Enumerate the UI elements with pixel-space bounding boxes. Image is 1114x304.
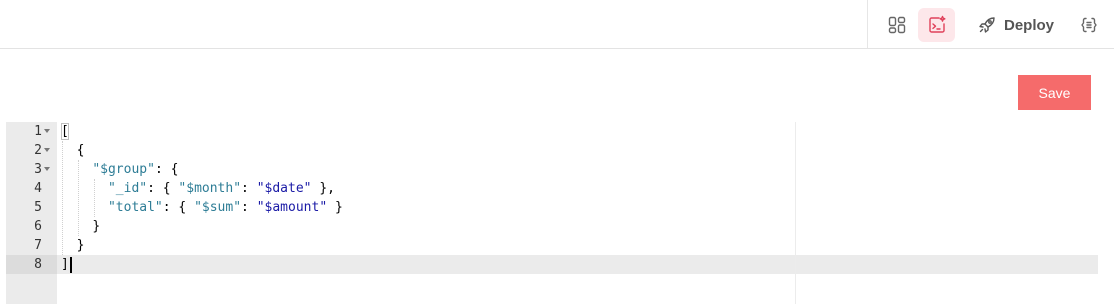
line-number: 8 [6, 255, 57, 274]
code-token-punctuation: : { [147, 181, 179, 196]
code-token-punctuation: ] [61, 257, 69, 272]
code-terminal-icon [927, 15, 947, 35]
top-toolbar: Deploy [0, 0, 1114, 49]
code-line: [ [61, 122, 69, 141]
code-token-string: "$date" [256, 181, 312, 196]
code-line: ] [61, 255, 69, 274]
code-token-punctuation: } [92, 219, 101, 234]
toolbar-divider [867, 0, 868, 48]
line-number: 1 [6, 122, 57, 141]
line-number-label: 4 [34, 181, 42, 196]
code-token-string: "$sum" [194, 200, 242, 215]
code-token-string: "$group" [92, 162, 155, 177]
code-token-punctuation: } [76, 238, 85, 253]
code-token-punctuation: : { [162, 200, 195, 215]
fold-toggle-icon[interactable] [44, 167, 50, 171]
code-token-string: "$amount" [256, 200, 328, 215]
code-token-punctuation: : [241, 200, 257, 215]
code-token-punctuation: : [241, 181, 257, 196]
code-line: "_id": { "$month": "$date" }, [61, 179, 335, 198]
app-root: Deploy Save 1 2 3 4 5 6 7 8 [ { "$group": {"_i… [0, 0, 1114, 304]
line-number-label: 5 [34, 200, 42, 215]
print-margin [795, 122, 796, 304]
text-cursor [70, 257, 72, 273]
code-line: } [61, 236, 85, 255]
line-number: 2 [6, 141, 57, 160]
code-editor[interactable]: 12345678 [ { "$group": { "_id": { "$mont… [6, 122, 1098, 304]
code-line: "$group": { [61, 160, 178, 179]
api-button[interactable] [1072, 8, 1106, 42]
code-token-punctuation: } [327, 200, 343, 215]
line-number: 6 [6, 217, 57, 236]
line-number: 3 [6, 160, 57, 179]
code-token-string: "_id" [107, 181, 148, 196]
active-line-highlight [6, 255, 1098, 274]
code-token-punctuation: [ [61, 124, 69, 139]
layout-grid-icon [888, 16, 906, 34]
line-number-label: 3 [34, 162, 42, 177]
save-button[interactable]: Save [1018, 75, 1091, 110]
line-number: 4 [6, 179, 57, 198]
line-number: 7 [6, 236, 57, 255]
line-number-label: 2 [34, 143, 42, 158]
line-number-label: 6 [34, 219, 42, 234]
code-token-punctuation: : { [154, 162, 179, 177]
code-token-string: "$month" [178, 181, 242, 196]
code-editor-button[interactable] [918, 8, 955, 42]
layout-button[interactable] [880, 8, 914, 42]
api-braces-icon [1080, 16, 1098, 34]
rocket-icon [978, 16, 996, 34]
code-token-punctuation: { [76, 143, 85, 158]
deploy-label: Deploy [1003, 16, 1054, 34]
deploy-button[interactable]: Deploy [970, 8, 1062, 42]
code-token-punctuation: }, [311, 181, 335, 196]
code-line: "total": { "$sum": "$amount" } [61, 198, 343, 217]
fold-toggle-icon[interactable] [44, 129, 50, 133]
line-number: 5 [6, 198, 57, 217]
line-number-label: 8 [34, 257, 42, 272]
code-token-string: "total" [107, 200, 163, 215]
fold-toggle-icon[interactable] [44, 148, 50, 152]
line-number-label: 1 [34, 124, 42, 139]
code-line: } [61, 217, 100, 236]
code-line: { [61, 141, 85, 160]
line-number-label: 7 [34, 238, 42, 253]
